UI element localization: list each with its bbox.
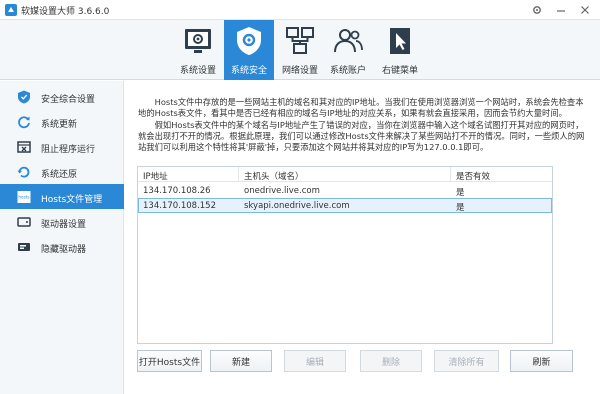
hosts-table[interactable]: IP地址 主机头（域名） 是否有效 134.170.108.26 onedriv… [137, 166, 553, 344]
description-paragraph: Hosts文件中存放的是一些网站主机的域名和其对应的IP地址。当我们在使用浏览器… [138, 97, 584, 118]
table-row-selected[interactable]: 134.170.108.152 skyapi.onedrive.live.com… [138, 198, 552, 213]
sidebar-item-hide-drives[interactable]: 隐藏驱动器 [0, 234, 124, 259]
app-logo-icon [5, 4, 17, 16]
cell-host: onedrive.live.com [244, 186, 320, 196]
block-window-icon [17, 141, 31, 153]
cell-ip: 134.170.108.152 [143, 201, 217, 211]
column-header-valid[interactable]: 是否有效 [456, 170, 490, 182]
sidebar-item-drive-settings[interactable]: 驱动器设置 [0, 209, 124, 234]
sidebar-item-security-settings[interactable]: 安全综合设置 [0, 84, 124, 109]
close-icon [581, 6, 589, 14]
sidebar-item-label: 驱动器设置 [41, 220, 87, 230]
sidebar-item-system-restore[interactable]: 系统还原 [0, 159, 124, 184]
new-button[interactable]: 新建 [210, 350, 272, 372]
column-header-host[interactable]: 主机头（域名） [244, 170, 304, 182]
tab-label: 系统账户 [329, 66, 366, 76]
tab-label: 系统设置 [179, 66, 216, 76]
cell-host: skyapi.onedrive.live.com [244, 201, 350, 211]
close-button[interactable] [574, 0, 596, 20]
description-paragraph: 假如Hosts表文件中的某个域名与IP地址产生了错误的对应，当你在浏览器中输入这… [138, 120, 585, 152]
sidebar-item-label: 安全综合设置 [41, 95, 96, 105]
cell-valid: 是 [456, 203, 465, 213]
svg-text:hosts: hosts [18, 195, 29, 200]
shield-icon [18, 90, 30, 104]
refresh-button[interactable]: 刷新 [510, 350, 573, 372]
sidebar-item-hosts-management[interactable]: hosts Hosts文件管理 [0, 184, 124, 209]
sidebar-item-label: 隐藏驱动器 [41, 245, 87, 255]
network-icon [286, 27, 314, 54]
system-settings-icon [185, 29, 211, 53]
tab-context-menu[interactable]: 右键菜单 [375, 20, 425, 80]
sidebar-item-block-programs[interactable]: 阻止程序运行 [0, 134, 124, 159]
sidebar-item-label: 阻止程序运行 [41, 145, 96, 155]
tab-system-settings[interactable]: 系统设置 [173, 20, 223, 80]
tab-label: 右键菜单 [381, 66, 418, 76]
delete-button[interactable]: 删除 [360, 350, 422, 372]
window-title: 软媒设置大师 3.6.6.0 [21, 7, 110, 17]
main-toolbar: 系统设置 系统安全 网络设置 系统账户 右键菜单 [0, 20, 600, 80]
shield-gear-icon [237, 27, 261, 55]
cell-ip: 134.170.108.26 [143, 186, 211, 196]
sidebar-item-label: 系统更新 [41, 120, 78, 130]
sidebar: 安全综合设置 系统更新 阻止程序运行 系统还原 hosts Hosts文件管理 … [0, 81, 124, 394]
cursor-icon [390, 28, 410, 54]
column-separator [238, 167, 239, 182]
drive-icon [17, 217, 31, 227]
column-header-ip[interactable]: IP地址 [143, 170, 168, 182]
clear-all-button[interactable]: 清除所有 [434, 350, 499, 372]
hosts-description: Hosts文件中存放的是一些网站主机的域名和其对应的IP地址。当我们在使用浏览器… [138, 97, 588, 153]
table-header: IP地址 主机头（域名） 是否有效 [138, 167, 552, 182]
sidebar-item-label: 系统还原 [41, 170, 78, 180]
tab-system-security[interactable]: 系统安全 [224, 20, 274, 80]
title-bar: 软媒设置大师 3.6.6.0 [0, 0, 600, 20]
window-settings-button[interactable] [526, 0, 548, 20]
tab-network-settings[interactable]: 网络设置 [275, 20, 325, 80]
cell-valid: 是 [456, 188, 465, 198]
settings-icon [533, 6, 541, 14]
table-row[interactable]: 134.170.108.26 onedrive.live.com 是 [138, 183, 552, 198]
tab-label: 系统安全 [230, 66, 267, 76]
users-icon [334, 29, 363, 53]
refresh-icon [18, 116, 30, 129]
edit-button[interactable]: 编辑 [284, 350, 346, 372]
minimize-button[interactable] [550, 0, 572, 20]
restore-icon [17, 166, 30, 178]
column-separator [450, 167, 451, 182]
sidebar-item-label: Hosts文件管理 [41, 195, 103, 205]
sidebar-item-system-update[interactable]: 系统更新 [0, 109, 124, 134]
tab-label: 网络设置 [281, 66, 318, 76]
minimize-icon [557, 10, 565, 12]
open-hosts-file-button[interactable]: 打开Hosts文件 [137, 350, 202, 372]
hosts-icon: hosts [17, 191, 31, 203]
hidden-drive-icon [18, 243, 30, 251]
tab-system-accounts[interactable]: 系统账户 [323, 20, 373, 80]
